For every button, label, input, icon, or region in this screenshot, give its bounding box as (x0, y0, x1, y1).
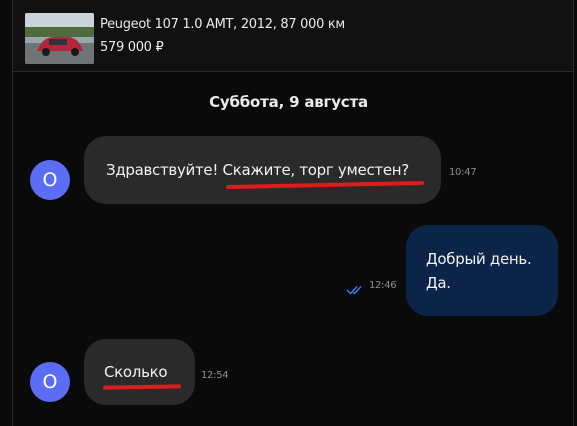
avatar-letter: О (42, 169, 58, 191)
chat-window: Peugeot 107 1.0 AMT, 2012, 87 000 км 579… (0, 0, 577, 426)
sender-avatar[interactable]: О (30, 362, 70, 402)
message-line: Добрый день. (426, 249, 532, 268)
message-line: Да. (426, 273, 451, 292)
listing-title[interactable]: Peugeot 107 1.0 AMT, 2012, 87 000 км (100, 17, 345, 32)
avatar-letter: О (42, 371, 58, 393)
message-bubble-incoming[interactable]: Сколько (84, 339, 195, 405)
message-text: Здравствуйте! (106, 161, 223, 179)
listing-info: Peugeot 107 1.0 AMT, 2012, 87 000 км 579… (100, 17, 345, 55)
listing-price: 579 000 ₽ (100, 40, 164, 55)
message-text-highlighted: Скажите, торг уместен? (222, 161, 410, 179)
date-separator: Суббота, 9 августа (209, 93, 368, 111)
message-time: 12:46 (369, 280, 397, 291)
message-time: 12:54 (201, 370, 229, 381)
message-bubble-incoming[interactable]: Здравствуйте! Скажите, торг уместен? (84, 136, 441, 204)
double-check-icon (346, 280, 366, 299)
sender-avatar[interactable]: О (30, 160, 70, 200)
message-text-highlighted: Сколько (104, 363, 168, 381)
message-bubble-outgoing[interactable]: Добрый день. Да. (406, 225, 558, 316)
message-text: Добрый день. Да. (426, 247, 532, 295)
car-thumbnail[interactable] (25, 13, 94, 64)
listing-header[interactable]: Peugeot 107 1.0 AMT, 2012, 87 000 км 579… (13, 0, 574, 72)
message-time: 10:47 (449, 167, 477, 178)
